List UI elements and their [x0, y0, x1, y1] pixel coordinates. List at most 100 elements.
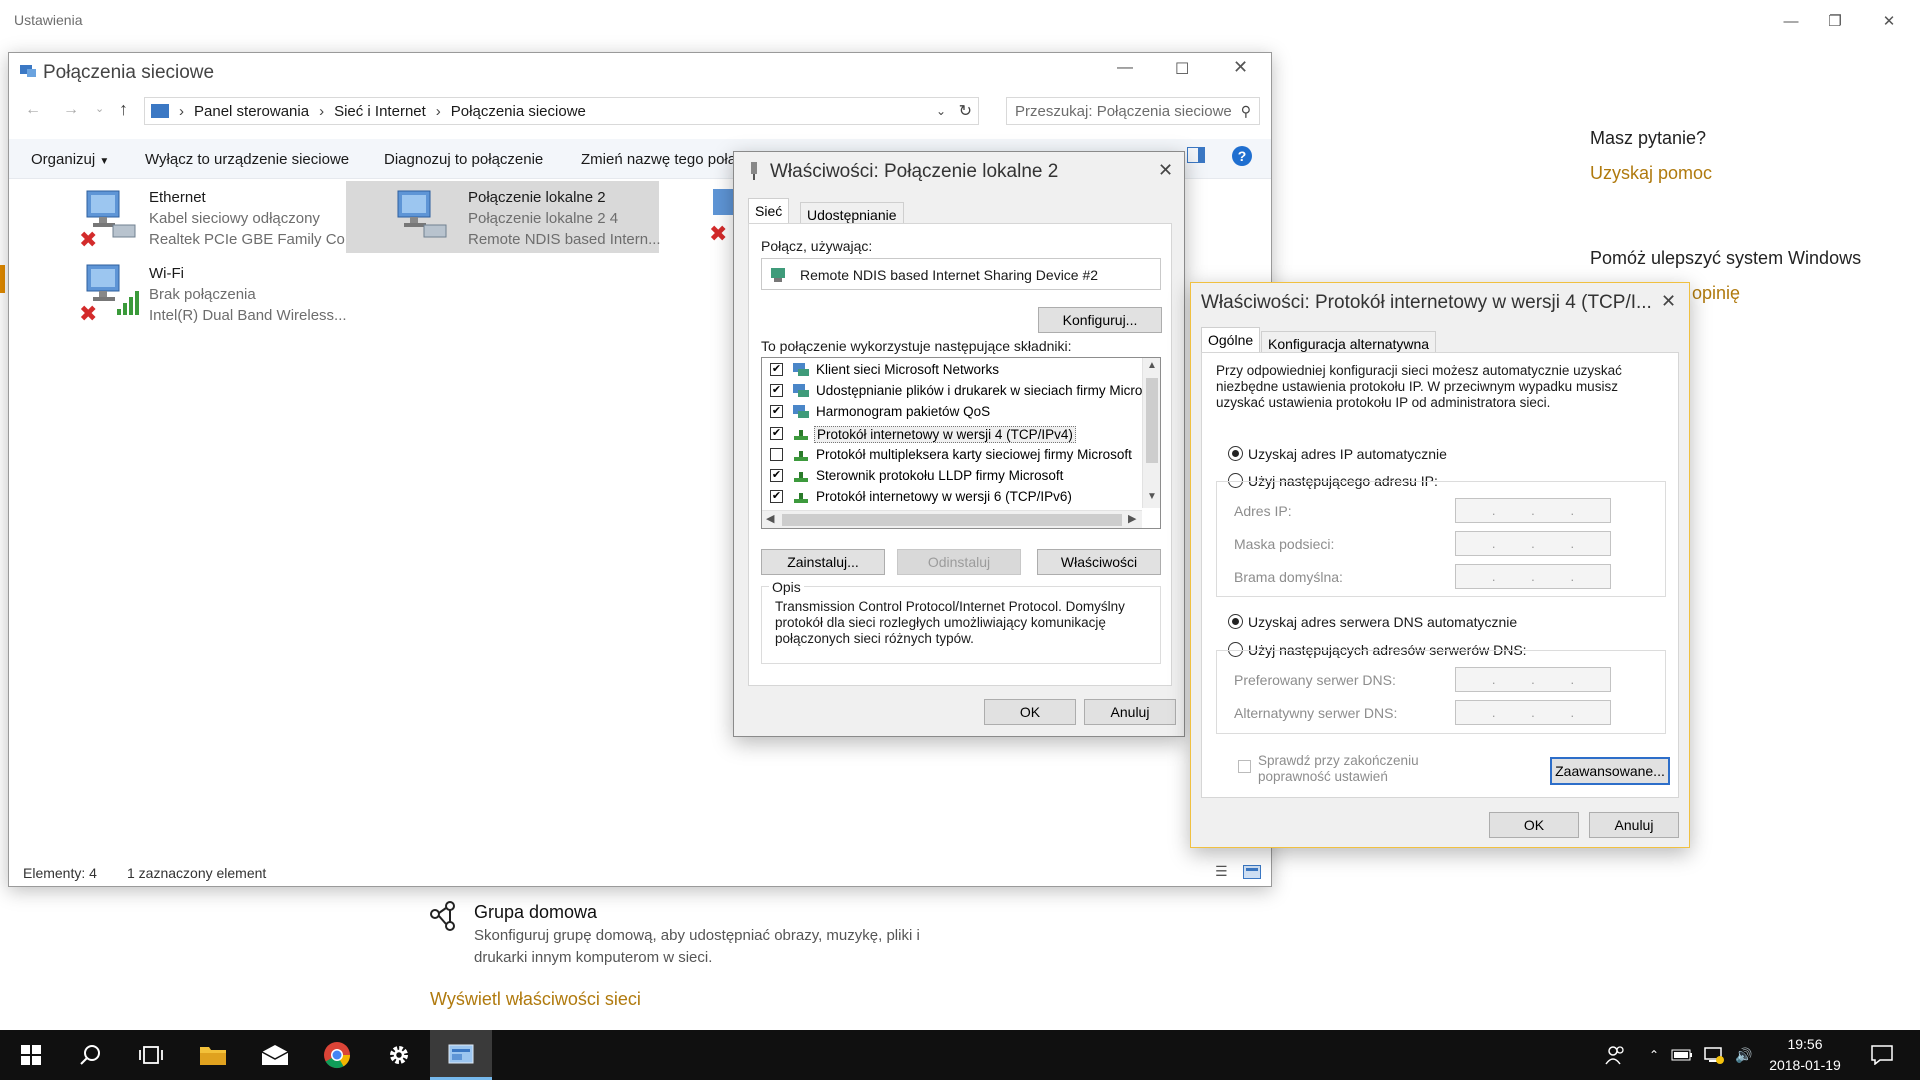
task-view-icon[interactable] [120, 1030, 182, 1080]
cancel-button[interactable]: Anuluj [1084, 699, 1176, 725]
action-center-icon[interactable] [1862, 1030, 1902, 1080]
explorer-minimize-button[interactable]: — [1117, 59, 1133, 77]
clock-time[interactable]: 19:56 [1760, 1036, 1850, 1052]
component-checkbox[interactable]: ✔ [770, 405, 783, 419]
get-help-link[interactable]: Uzyskaj pomoc [1590, 163, 1712, 184]
vertical-scrollbar-thumb[interactable] [1146, 378, 1158, 463]
restore-button[interactable]: ❐ [1812, 6, 1858, 36]
rename-button[interactable]: Zmień nazwę tego połączenia [581, 151, 751, 168]
up-arrow-icon[interactable]: ↑ [119, 99, 128, 120]
validate-settings-checkbox[interactable] [1238, 760, 1251, 773]
organize-menu[interactable]: Organizuj ▼ [31, 151, 109, 168]
breadcrumb-item-network-connections[interactable]: Połączenia sieciowe [451, 103, 586, 120]
connection-device: Intel(R) Dual Band Wireless... [149, 307, 347, 324]
horizontal-scrollbar-thumb[interactable] [782, 514, 1122, 526]
ipv4-cancel-button[interactable]: Anuluj [1589, 812, 1679, 838]
preferred-dns-input[interactable]: ... [1455, 667, 1611, 692]
vertical-scrollbar[interactable]: ▲ ▼ [1142, 358, 1160, 508]
ipv4-ok-button[interactable]: OK [1489, 812, 1579, 838]
default-gateway-input[interactable]: ... [1455, 564, 1611, 589]
search-icon[interactable] [60, 1030, 122, 1080]
component-row[interactable]: ✔ Protokół internetowy w wersji 6 (TCP/IP… [762, 487, 1140, 507]
svg-text:?: ? [1238, 148, 1247, 164]
ipv4-close-button[interactable]: ✕ [1661, 291, 1676, 312]
horizontal-scrollbar[interactable]: ◀ ▶ [762, 510, 1142, 528]
tab-alternate-config[interactable]: Konfiguracja alternatywna [1261, 331, 1437, 353]
explorer-close-button[interactable]: ✕ [1233, 57, 1248, 78]
view-network-properties-link[interactable]: Wyświetl właściwości sieci [430, 989, 641, 1010]
refresh-icon[interactable]: ↻ [959, 101, 972, 121]
search-input[interactable]: Przeszukaj: Połączenia sieciowe ⚲ [1006, 97, 1260, 125]
show-hidden-icons-chevron-icon[interactable]: ⌃ [1642, 1030, 1666, 1080]
tab-sharing[interactable]: Udostępnianie [800, 202, 904, 224]
connection-wifi[interactable]: ✖ Wi-Fi Brak połączenia Intel(R) Dual Ba… [49, 259, 349, 329]
dialog-adapter-icon [748, 162, 760, 180]
component-row[interactable]: ✔ Protokół internetowy w wersji 4 (TCP/IP… [762, 424, 1140, 444]
volume-icon[interactable]: 🔊 [1730, 1030, 1758, 1080]
scroll-left-icon[interactable]: ◀ [766, 512, 774, 525]
radio-auto-ip[interactable] [1228, 446, 1243, 461]
address-dropdown-icon[interactable]: ⌄ [936, 104, 946, 118]
component-row[interactable]: ✔ Sterownik protokołu LLDP firmy Microsof… [762, 466, 1140, 486]
clock-date[interactable]: 2018-01-19 [1760, 1057, 1850, 1073]
component-checkbox[interactable]: ✔ [770, 490, 783, 504]
breadcrumb-item-network-internet[interactable]: Sieć i Internet [334, 103, 426, 120]
back-arrow-icon[interactable]: ← [25, 101, 41, 119]
connection-ethernet[interactable]: ✖ Ethernet Kabel sieciowy odłączony Real… [49, 183, 357, 253]
disable-device-button[interactable]: Wyłącz to urządzenie sieciowe [145, 151, 349, 168]
diagnose-button[interactable]: Diagnozuj to połączenie [384, 151, 543, 168]
scroll-up-icon[interactable]: ▲ [1147, 360, 1157, 371]
dialog-close-button[interactable]: ✕ [1158, 160, 1173, 181]
advanced-button[interactable]: Zaawansowane... [1550, 757, 1670, 785]
component-row[interactable]: Protokół multipleksera karty sieciowej f… [762, 445, 1140, 465]
component-checkbox[interactable]: ✔ [770, 426, 783, 440]
preview-pane-icon[interactable] [1187, 147, 1205, 163]
network-connections-taskbar-icon[interactable] [430, 1030, 492, 1080]
file-explorer-icon[interactable] [182, 1030, 244, 1080]
hidden-adapter-icon[interactable]: ✖ [709, 185, 733, 245]
components-list[interactable]: ✔ Klient sieci Microsoft Networks ✔ Udostęp… [761, 357, 1161, 529]
breadcrumb-item-control-panel[interactable]: Panel sterowania [194, 103, 309, 120]
radio-auto-dns[interactable] [1228, 614, 1243, 629]
uninstall-button[interactable]: Odinstaluj [897, 549, 1021, 575]
help-question: Masz pytanie? [1590, 128, 1707, 148]
connection-local-2-selected[interactable]: Połączenie lokalne 2 Połączenie lokalne … [346, 181, 661, 253]
chrome-icon[interactable] [306, 1030, 368, 1080]
properties-button[interactable]: Właściwości [1037, 549, 1161, 575]
settings-gear-icon[interactable] [368, 1030, 430, 1080]
close-button[interactable]: ✕ [1866, 6, 1912, 36]
people-icon[interactable] [1600, 1030, 1630, 1080]
ip-address-input[interactable]: ... [1455, 498, 1611, 523]
help-icon[interactable]: ? [1231, 145, 1253, 167]
mail-icon[interactable] [244, 1030, 306, 1080]
battery-icon[interactable] [1668, 1030, 1696, 1080]
tiles-view-icon[interactable] [1243, 865, 1261, 879]
tab-general[interactable]: Ogólne [1201, 327, 1261, 353]
component-checkbox[interactable]: ✔ [770, 469, 783, 482]
network-tray-icon[interactable] [1700, 1030, 1728, 1080]
recent-locations-chevron-icon[interactable]: ⌄ [95, 102, 104, 115]
forward-arrow-icon[interactable]: → [63, 101, 79, 119]
alternate-dns-input[interactable]: ... [1455, 700, 1611, 725]
scroll-down-icon[interactable]: ▼ [1147, 491, 1157, 502]
feedback-link[interactable]: opinię [1692, 283, 1740, 304]
component-checkbox[interactable]: ✔ [770, 384, 783, 398]
details-view-icon[interactable]: ☰ [1215, 863, 1228, 880]
minimize-button[interactable]: — [1768, 6, 1814, 36]
explorer-maximize-button[interactable]: ☐ [1175, 59, 1189, 79]
adapter-name: Remote NDIS based Internet Sharing Devic… [800, 267, 1099, 283]
start-windows-icon[interactable] [0, 1030, 62, 1080]
address-bar[interactable]: › Panel sterowania › Sieć i Internet › P… [144, 97, 979, 125]
component-checkbox[interactable]: ✔ [770, 363, 783, 376]
component-row[interactable]: ✔ Harmonogram pakietów QoS [762, 402, 1140, 422]
configure-button[interactable]: Konfiguruj... [1038, 307, 1162, 333]
component-row[interactable]: ✔ Klient sieci Microsoft Networks [762, 360, 1140, 380]
subnet-mask-input[interactable]: ... [1455, 531, 1611, 556]
scroll-right-icon[interactable]: ▶ [1128, 512, 1136, 525]
component-checkbox[interactable] [770, 447, 783, 461]
ok-button[interactable]: OK [984, 699, 1076, 725]
tab-network[interactable]: Sieć [748, 198, 790, 224]
install-button[interactable]: Zainstaluj... [761, 549, 885, 575]
explorer-title: Połączenia sieciowe [43, 62, 215, 83]
component-row[interactable]: ✔ Udostępnianie plików i drukarek w sieci… [762, 381, 1149, 401]
